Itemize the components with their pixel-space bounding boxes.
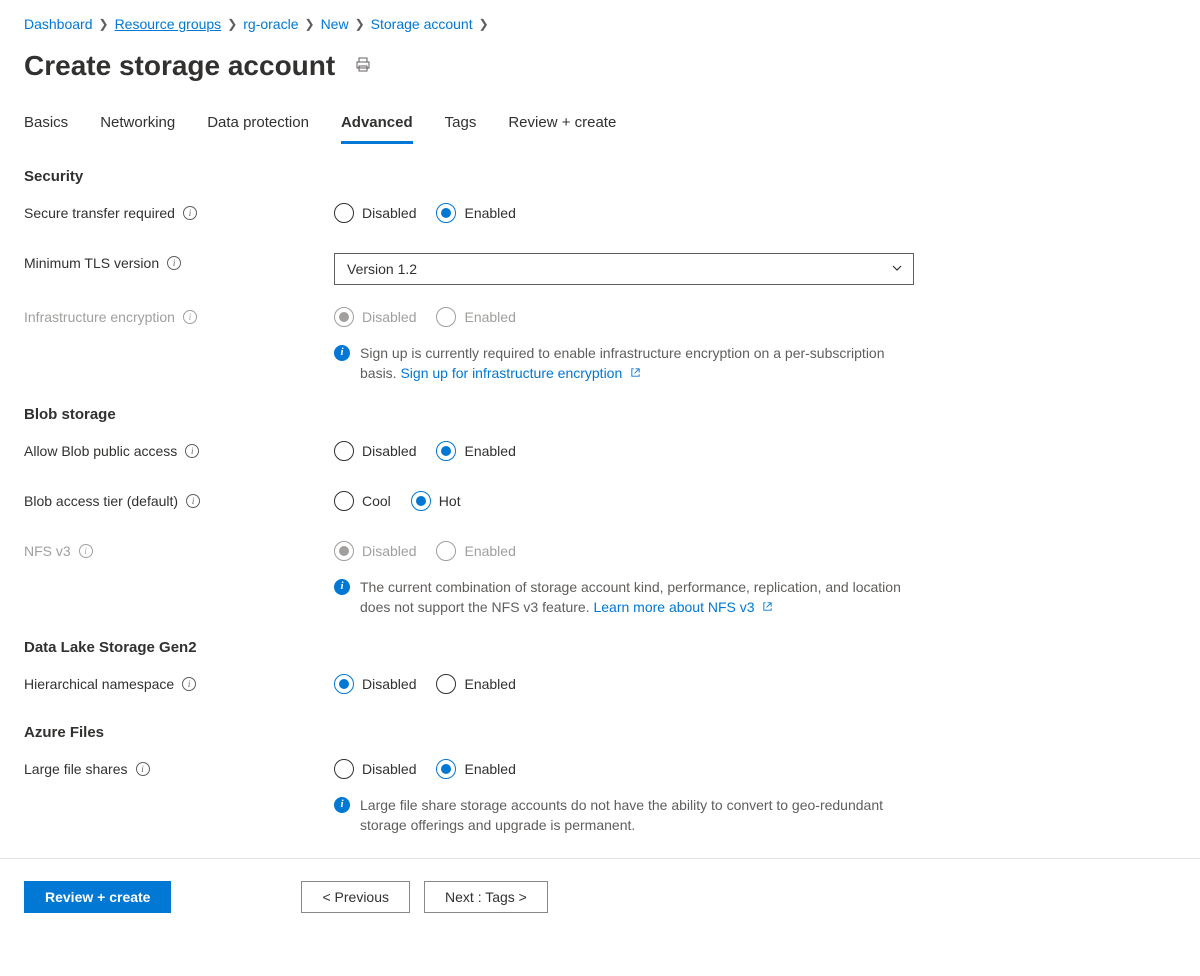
radio-infra-enc-enabled: Enabled <box>436 307 515 327</box>
info-icon[interactable]: i <box>136 762 150 776</box>
external-link-icon <box>762 597 773 617</box>
radio-hns-disabled[interactable]: Disabled <box>334 674 416 694</box>
info-circle-icon: i <box>334 797 350 813</box>
section-security-title: Security <box>24 168 1176 185</box>
tab-tags[interactable]: Tags <box>445 110 477 144</box>
radio-secure-transfer-enabled[interactable]: Enabled <box>436 203 515 223</box>
radio-public-access-disabled[interactable]: Disabled <box>334 441 416 461</box>
page-title: Create storage account <box>24 50 335 82</box>
section-files-title: Azure Files <box>24 724 1176 741</box>
info-large-file-text: Large file share storage accounts do not… <box>360 797 883 833</box>
breadcrumb-dashboard[interactable]: Dashboard <box>24 16 93 32</box>
radio-hns-enabled[interactable]: Enabled <box>436 674 515 694</box>
tab-basics[interactable]: Basics <box>24 110 68 144</box>
info-circle-icon: i <box>334 579 350 595</box>
external-link-icon <box>630 363 641 383</box>
breadcrumb: Dashboard ❯ Resource groups ❯ rg-oracle … <box>24 16 1176 32</box>
label-secure-transfer: Secure transfer required <box>24 205 175 221</box>
chevron-right-icon: ❯ <box>479 17 489 31</box>
radio-secure-transfer-disabled[interactable]: Disabled <box>334 203 416 223</box>
radio-access-tier-hot[interactable]: Hot <box>411 491 461 511</box>
section-blob-title: Blob storage <box>24 406 1176 423</box>
link-signup-infra-encryption[interactable]: Sign up for infrastructure encryption <box>400 365 641 381</box>
review-create-button[interactable]: Review + create <box>24 881 171 913</box>
label-tls-version: Minimum TLS version <box>24 255 159 271</box>
label-nfs-v3: NFS v3 <box>24 543 71 559</box>
info-icon[interactable]: i <box>186 494 200 508</box>
tab-advanced[interactable]: Advanced <box>341 110 413 144</box>
info-icon[interactable]: i <box>183 206 197 220</box>
print-icon[interactable] <box>355 57 371 76</box>
chevron-right-icon: ❯ <box>305 17 315 31</box>
tab-networking[interactable]: Networking <box>100 110 175 144</box>
radio-nfs-disabled: Disabled <box>334 541 416 561</box>
section-datalake-title: Data Lake Storage Gen2 <box>24 639 1176 656</box>
next-button[interactable]: Next : Tags > <box>424 881 548 913</box>
radio-infra-enc-disabled: Disabled <box>334 307 416 327</box>
chevron-right-icon: ❯ <box>99 17 109 31</box>
tabs: Basics Networking Data protection Advanc… <box>24 110 1176 144</box>
breadcrumb-rg-oracle[interactable]: rg-oracle <box>243 16 298 32</box>
previous-button[interactable]: < Previous <box>301 881 410 913</box>
chevron-right-icon: ❯ <box>355 17 365 31</box>
radio-large-file-enabled[interactable]: Enabled <box>436 759 515 779</box>
chevron-right-icon: ❯ <box>227 17 237 31</box>
label-infra-encryption: Infrastructure encryption <box>24 309 175 325</box>
info-icon[interactable]: i <box>183 310 197 324</box>
label-hierarchical-namespace: Hierarchical namespace <box>24 676 174 692</box>
radio-public-access-enabled[interactable]: Enabled <box>436 441 515 461</box>
radio-nfs-enabled: Enabled <box>436 541 515 561</box>
tab-data-protection[interactable]: Data protection <box>207 110 309 144</box>
select-tls-version[interactable]: Version 1.2 <box>334 253 914 285</box>
radio-access-tier-cool[interactable]: Cool <box>334 491 391 511</box>
info-icon[interactable]: i <box>182 677 196 691</box>
tab-review-create[interactable]: Review + create <box>508 110 616 144</box>
chevron-down-icon <box>891 261 903 277</box>
link-learn-nfs[interactable]: Learn more about NFS v3 <box>593 599 773 615</box>
breadcrumb-storage-account[interactable]: Storage account <box>371 16 473 32</box>
label-large-file-shares: Large file shares <box>24 761 128 777</box>
breadcrumb-resource-groups[interactable]: Resource groups <box>115 16 222 32</box>
footer-bar: Review + create < Previous Next : Tags > <box>0 858 1200 935</box>
label-blob-public-access: Allow Blob public access <box>24 443 177 459</box>
label-blob-access-tier: Blob access tier (default) <box>24 493 178 509</box>
info-circle-icon: i <box>334 345 350 361</box>
info-icon[interactable]: i <box>167 256 181 270</box>
info-icon[interactable]: i <box>79 544 93 558</box>
info-icon[interactable]: i <box>185 444 199 458</box>
breadcrumb-new[interactable]: New <box>321 16 349 32</box>
radio-large-file-disabled[interactable]: Disabled <box>334 759 416 779</box>
